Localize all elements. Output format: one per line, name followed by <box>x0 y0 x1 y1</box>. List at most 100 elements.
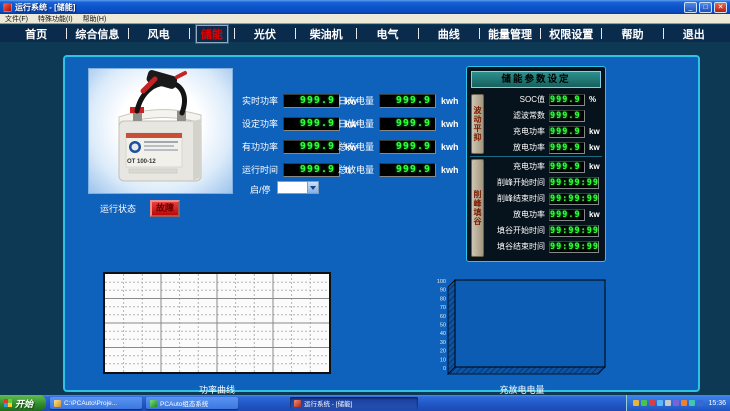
task-label: PCAuto组态系统 <box>160 398 208 408</box>
metric-led-display: 999.9 <box>283 140 340 154</box>
metric-unit: kwh <box>441 140 459 154</box>
taskbar-task-pcauto[interactable]: PCAuto组态系统 <box>146 397 238 409</box>
taskbar-clock: 15:36 <box>708 400 726 407</box>
chevron-down-icon <box>310 186 316 190</box>
power-curve-chart <box>103 272 331 374</box>
pcauto-icon <box>150 400 157 407</box>
energy-bar-chart: 100 90 80 70 60 50 40 30 20 10 0 <box>433 277 611 377</box>
window-titlebar: 运行系统 - [储能] _ □ ✕ <box>0 0 730 14</box>
system-tray: 15:36 <box>626 395 730 411</box>
nav-separator <box>189 28 190 39</box>
minimize-icon[interactable]: _ <box>684 2 697 13</box>
menu-special-functions[interactable]: 特殊功能(I) <box>38 14 73 24</box>
setting-label: 削峰开始时间 <box>487 177 545 189</box>
runtime-icon <box>294 400 301 407</box>
menu-bar: 文件(F) 特殊功能(I) 帮助(H) <box>0 14 730 24</box>
tray-icon[interactable] <box>633 400 639 406</box>
tray-icon[interactable] <box>697 400 703 406</box>
nav-item-wind[interactable]: 风电 <box>129 26 189 42</box>
setting-unit: kw <box>589 142 600 154</box>
y-tick: 60 <box>440 314 446 320</box>
setting-unit: % <box>589 94 596 106</box>
section-label-peak-shaving: 削峰填谷 <box>471 159 484 257</box>
setting-led-display: 999.9 <box>549 142 585 154</box>
metric-unit: kwh <box>441 163 459 177</box>
setting-led-display: 999.9 <box>549 209 585 221</box>
menu-file[interactable]: 文件(F) <box>5 14 28 24</box>
section-divider <box>470 156 602 157</box>
metric-led-display: 999.9 <box>379 140 436 154</box>
tray-icon[interactable] <box>665 400 671 406</box>
nav-item-energy-mgmt[interactable]: 能量管理 <box>480 26 540 42</box>
run-status-row: 运行状态 故障 <box>100 200 240 217</box>
windows-flag-icon <box>4 399 12 407</box>
tray-icon[interactable] <box>649 400 655 406</box>
nav-item-diesel[interactable]: 柴油机 <box>296 26 356 42</box>
nav-item-permissions[interactable]: 权限设置 <box>541 26 601 42</box>
setting-label: 放电功率 <box>487 209 545 221</box>
nav-item-pv[interactable]: 光伏 <box>235 26 295 42</box>
taskbar-task-explorer[interactable]: C:\PCAuto\Proje... <box>50 397 142 409</box>
setting-label: 充电功率 <box>487 161 545 173</box>
run-status-label: 运行状态 <box>100 202 136 215</box>
tray-icon[interactable] <box>673 400 679 406</box>
metric-label: 日充电量 <box>336 94 374 108</box>
setting-label: 放电功率 <box>487 142 545 154</box>
nav-item-help[interactable]: 帮助 <box>602 26 662 42</box>
battery-image: OT 100-12 <box>88 68 233 194</box>
setting-unit: kw <box>589 161 600 173</box>
taskbar: 开始 C:\PCAuto\Proje... PCAuto组态系统 运行系统 - … <box>0 395 730 411</box>
dropdown-button[interactable] <box>307 182 318 193</box>
energy-chart-axes: 100 90 80 70 60 50 40 30 20 10 0 <box>433 277 611 377</box>
svg-text:OT 100-12: OT 100-12 <box>127 159 156 165</box>
nav-item-home[interactable]: 首页 <box>6 26 66 42</box>
y-tick: 70 <box>440 305 446 311</box>
metric-label: 有功功率 <box>240 140 278 154</box>
setting-led-display: 99:99:99 <box>549 177 599 189</box>
metric-label: 总放电量 <box>336 163 374 177</box>
start-button[interactable]: 开始 <box>0 395 46 411</box>
setting-led-display: 999.9 <box>549 110 585 122</box>
metric-label: 日放电量 <box>336 117 374 131</box>
tray-icon[interactable] <box>689 400 695 406</box>
setting-led-display: 999.9 <box>549 94 585 106</box>
menu-help[interactable]: 帮助(H) <box>83 14 107 24</box>
section-label-fluctuation-smoothing: 波动平抑 <box>471 94 484 154</box>
metric-label: 设定功率 <box>240 117 278 131</box>
tray-icon[interactable] <box>641 400 647 406</box>
setting-label: 充电功率 <box>487 126 545 138</box>
setting-unit: kw <box>589 126 600 138</box>
battery-illustration: OT 100-12 <box>89 69 232 193</box>
start-button-label: 开始 <box>15 397 33 410</box>
metric-label: 总充电量 <box>336 140 374 154</box>
nav-item-exit[interactable]: 退出 <box>664 26 724 42</box>
metric-unit: kwh <box>441 94 459 108</box>
start-stop-dropdown[interactable] <box>277 181 319 194</box>
nav-item-storage-active[interactable]: 储能 <box>196 25 228 43</box>
tray-icon[interactable] <box>681 400 687 406</box>
nav-bar: 首页 综合信息 风电 储能 光伏 柴油机 电气 曲线 能量管理 权限设置 帮助 … <box>0 25 730 42</box>
metric-unit: kwh <box>441 117 459 131</box>
setting-label: 滤波常数 <box>487 110 545 122</box>
nav-item-electrical[interactable]: 电气 <box>357 26 417 42</box>
y-tick: 80 <box>440 296 446 302</box>
y-tick: 20 <box>440 349 446 355</box>
y-tick: 50 <box>440 323 446 329</box>
close-icon[interactable]: ✕ <box>714 2 727 13</box>
y-tick: 40 <box>440 331 446 337</box>
metric-led-display: 999.9 <box>379 163 436 177</box>
taskbar-task-runtime-active[interactable]: 运行系统 - [储能] <box>290 397 418 409</box>
metric-label: 运行时间 <box>240 163 278 177</box>
nav-item-overview[interactable]: 综合信息 <box>67 26 127 42</box>
settings-panel-title: 储能参数设定 <box>471 71 601 88</box>
scada-energy-storage-screen: 运行系统 - [储能] _ □ ✕ 文件(F) 特殊功能(I) 帮助(H) 首页… <box>0 0 730 411</box>
power-curve-grid <box>105 274 329 372</box>
maximize-icon[interactable]: □ <box>699 2 712 13</box>
tray-icon[interactable] <box>657 400 663 406</box>
setting-led-display: 99:99:99 <box>549 193 599 205</box>
fault-indicator[interactable]: 故障 <box>150 200 180 217</box>
setting-label: 填谷开始时间 <box>487 225 545 237</box>
metric-led-display: 999.9 <box>283 117 340 131</box>
nav-item-curves[interactable]: 曲线 <box>419 26 479 42</box>
y-tick: 10 <box>440 357 446 363</box>
